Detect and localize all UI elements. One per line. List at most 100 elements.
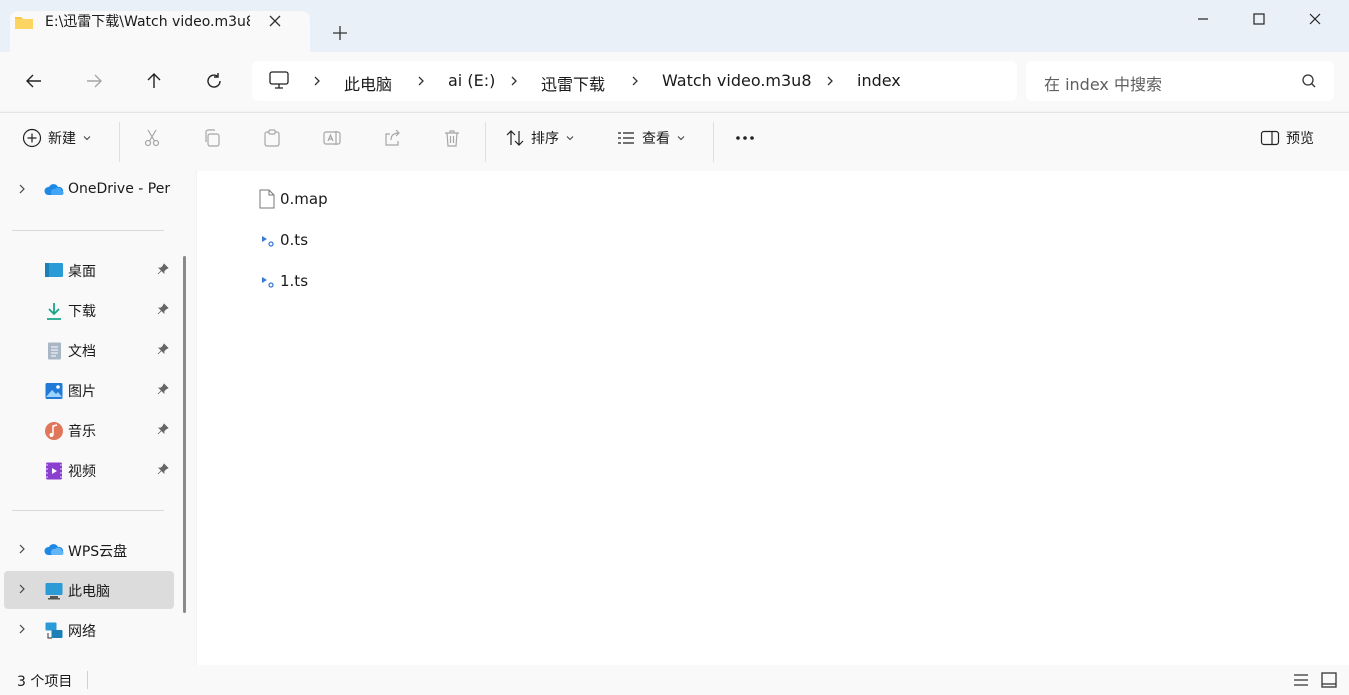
- new-button[interactable]: 新建: [22, 128, 92, 148]
- breadcrumb-drive[interactable]: ai (E:): [448, 71, 495, 90]
- sidebar-label: 桌面: [68, 264, 96, 280]
- chevron-right-icon[interactable]: [823, 74, 837, 88]
- view-label: 查看: [642, 131, 670, 147]
- divider: [87, 671, 88, 689]
- divider: [713, 122, 714, 162]
- add-circle-icon: [22, 128, 42, 148]
- cut-icon[interactable]: [142, 128, 162, 148]
- sidebar-item-videos[interactable]: 视频: [4, 451, 174, 489]
- sidebar-item-wps[interactable]: WPS云盘: [4, 531, 174, 569]
- chevron-right-icon[interactable]: [507, 74, 521, 88]
- back-icon[interactable]: [16, 63, 52, 99]
- list-item[interactable]: 1.ts: [258, 268, 438, 294]
- chevron-down-icon: [565, 133, 575, 143]
- file-name: 1.ts: [280, 272, 309, 290]
- share-icon[interactable]: [382, 128, 402, 148]
- sidebar-label: 视频: [68, 464, 96, 480]
- search-placeholder: 在 index 中搜索: [1044, 75, 1162, 94]
- computer-icon: [44, 581, 64, 601]
- pictures-icon: [44, 381, 64, 401]
- pin-icon[interactable]: [157, 463, 169, 475]
- sidebar-item-network[interactable]: 网络: [4, 611, 174, 649]
- pin-icon[interactable]: [157, 303, 169, 315]
- view-button[interactable]: 查看: [616, 128, 686, 148]
- up-icon[interactable]: [136, 63, 172, 99]
- divider: [119, 122, 120, 162]
- onedrive-icon: [44, 181, 64, 199]
- sidebar-item-thispc[interactable]: 此电脑: [4, 571, 174, 609]
- pin-icon[interactable]: [157, 263, 169, 275]
- minimize-icon[interactable]: [1180, 0, 1226, 38]
- video-file-icon: [258, 271, 276, 291]
- divider: [12, 510, 164, 511]
- pin-icon[interactable]: [157, 383, 169, 395]
- paste-icon[interactable]: [262, 128, 282, 148]
- sidebar-item-documents[interactable]: 文档: [4, 331, 174, 369]
- new-tab-icon[interactable]: [328, 21, 352, 45]
- desktop-icon: [44, 261, 64, 279]
- scrollbar[interactable]: [183, 256, 186, 613]
- close-tab-icon[interactable]: [265, 11, 285, 31]
- tiles-view-icon[interactable]: [1320, 671, 1338, 689]
- chevron-right-icon[interactable]: [16, 583, 28, 595]
- sidebar-item-pictures[interactable]: 图片: [4, 371, 174, 409]
- file-name: 0.map: [280, 190, 328, 208]
- tab-title: E:\迅雷下载\Watch video.m3u8: [45, 14, 250, 30]
- breadcrumb-xunlei[interactable]: 迅雷下载: [541, 71, 605, 95]
- close-window-icon[interactable]: [1292, 0, 1338, 38]
- pin-icon[interactable]: [157, 423, 169, 435]
- refresh-icon[interactable]: [196, 63, 232, 99]
- chevron-right-icon[interactable]: [16, 623, 28, 635]
- videos-icon: [44, 461, 64, 481]
- forward-icon[interactable]: [76, 63, 112, 99]
- breadcrumb-watch-video[interactable]: Watch video.m3u8: [662, 71, 812, 90]
- item-count: 3 个项目: [17, 674, 73, 690]
- sidebar-item-desktop[interactable]: 桌面: [4, 251, 174, 289]
- details-view-icon[interactable]: [1292, 671, 1310, 689]
- sidebar-label: 下载: [68, 304, 96, 320]
- divider: [12, 230, 164, 231]
- list-item[interactable]: 0.ts: [258, 227, 438, 253]
- sidebar-label: 文档: [68, 344, 96, 360]
- chevron-right-icon[interactable]: [16, 183, 28, 195]
- divider: [485, 122, 486, 162]
- chevron-right-icon[interactable]: [628, 74, 642, 88]
- sidebar-item-downloads[interactable]: 下载: [4, 291, 174, 329]
- maximize-icon[interactable]: [1236, 0, 1282, 38]
- new-label: 新建: [48, 131, 76, 147]
- breadcrumb-thispc[interactable]: 此电脑: [344, 71, 392, 95]
- sort-button[interactable]: 排序: [505, 128, 575, 148]
- video-file-icon: [258, 230, 276, 250]
- sort-label: 排序: [531, 131, 559, 147]
- rename-icon[interactable]: [322, 128, 342, 148]
- more-icon[interactable]: [734, 128, 756, 148]
- sort-icon: [505, 128, 525, 148]
- chevron-down-icon: [676, 133, 686, 143]
- chevron-right-icon[interactable]: [16, 543, 28, 555]
- sidebar-item-music[interactable]: 音乐: [4, 411, 174, 449]
- breadcrumb-index[interactable]: index: [857, 71, 901, 90]
- sidebar-label: 网络: [68, 624, 96, 640]
- status-bar: [0, 665, 1349, 695]
- folder-icon: [14, 13, 34, 31]
- preview-button[interactable]: 预览: [1260, 128, 1314, 148]
- delete-icon[interactable]: [442, 128, 462, 148]
- network-icon: [44, 621, 64, 641]
- list-item[interactable]: 0.map: [258, 186, 438, 212]
- sidebar-label: 图片: [68, 384, 96, 400]
- file-name: 0.ts: [280, 231, 309, 249]
- sidebar-label: 此电脑: [68, 584, 110, 600]
- sidebar-label: OneDrive - Per: [68, 181, 171, 197]
- copy-icon[interactable]: [202, 128, 222, 148]
- pin-icon[interactable]: [157, 343, 169, 355]
- preview-pane-icon: [1260, 128, 1280, 148]
- computer-icon[interactable]: [268, 69, 290, 91]
- chevron-right-icon[interactable]: [414, 74, 428, 88]
- file-icon: [258, 189, 276, 209]
- sidebar-label: WPS云盘: [68, 544, 128, 560]
- music-icon: [44, 421, 64, 441]
- search-icon[interactable]: [1300, 72, 1318, 90]
- sidebar-item-onedrive[interactable]: OneDrive - Per: [4, 171, 174, 209]
- chevron-right-icon[interactable]: [310, 74, 324, 88]
- download-icon: [44, 301, 64, 321]
